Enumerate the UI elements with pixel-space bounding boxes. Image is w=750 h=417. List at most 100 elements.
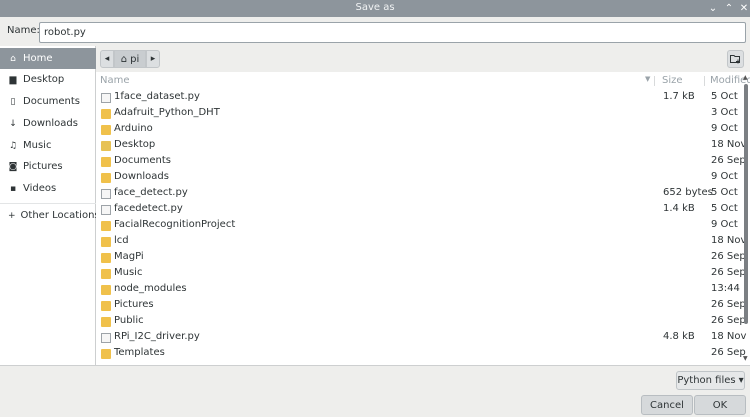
folder-icon: [101, 237, 111, 247]
file-row[interactable]: Downloads 9 Oct: [96, 170, 742, 186]
file-row[interactable]: FacialRecognitionProject 9 Oct: [96, 218, 742, 234]
file-modified: 26 Sep: [711, 251, 746, 262]
file-row[interactable]: Public 26 Sep: [96, 314, 746, 330]
file-row[interactable]: facedetect.py 1.4 kB 5 Oct: [96, 202, 742, 218]
sidebar-item-label: Downloads: [23, 118, 78, 129]
path-segment-pi[interactable]: ⌂ pi: [114, 50, 146, 68]
maximize-button[interactable]: ⌃: [721, 0, 737, 17]
file-row[interactable]: face_detect.py 652 bytes 5 Oct: [96, 186, 742, 202]
sidebar-separator: [0, 203, 96, 204]
file-row[interactable]: node_modules 13:44: [96, 282, 742, 298]
name-row: Name:: [0, 17, 750, 46]
file-name: facedetect.py: [114, 203, 183, 214]
file-modified: 3 Oct: [711, 107, 738, 118]
file-size: 1.4 kB: [663, 203, 695, 214]
documents-folder-icon: [101, 157, 111, 167]
path-segment-label: pi: [130, 53, 140, 65]
file-row[interactable]: Documents 26 Sep: [96, 154, 746, 170]
file-modified: 26 Sep: [711, 347, 746, 358]
python-file-icon: [101, 205, 111, 215]
music-folder-icon: [101, 269, 111, 279]
file-modified: 26 Sep: [711, 315, 746, 326]
sidebar-item-pictures[interactable]: ◙ Pictures: [0, 156, 96, 177]
plus-icon: +: [8, 210, 16, 221]
file-name: Downloads: [114, 171, 169, 182]
file-name: Desktop: [114, 139, 156, 150]
folder-icon: [101, 109, 111, 119]
sidebar-item-downloads[interactable]: ↓ Downloads: [0, 113, 96, 134]
path-back-button[interactable]: ◂: [100, 50, 114, 68]
file-row[interactable]: Desktop 18 Nov: [96, 138, 746, 154]
file-modified: 26 Sep: [711, 155, 746, 166]
file-modified: 5 Oct: [711, 91, 738, 102]
sidebar-item-videos[interactable]: ▪ Videos: [0, 178, 96, 199]
column-header-size[interactable]: Size: [662, 72, 683, 90]
file-name: Public: [114, 315, 144, 326]
file-type-filter-dropdown[interactable]: Python files ▾: [676, 371, 745, 390]
sidebar-item-label: Other Locations: [20, 210, 100, 221]
column-divider: [654, 76, 655, 86]
file-modified: 26 Sep: [711, 299, 746, 310]
python-file-icon: [101, 93, 111, 103]
sidebar-item-label: Home: [23, 53, 53, 64]
scrollbar-thumb[interactable]: [744, 84, 748, 324]
file-modified: 26 Sep: [711, 267, 746, 278]
minimize-button[interactable]: ⌄: [705, 0, 721, 17]
file-name: Pictures: [114, 299, 154, 310]
sidebar-item-label: Documents: [23, 96, 81, 107]
ok-button[interactable]: OK: [694, 395, 746, 415]
music-icon: ♫: [8, 140, 18, 151]
file-name: Music: [114, 267, 143, 278]
new-folder-icon: [730, 55, 740, 64]
file-modified: 9 Oct: [711, 123, 738, 134]
file-name: RPi_I2C_driver.py: [114, 331, 200, 342]
file-modified: 5 Oct: [711, 187, 738, 198]
file-row[interactable]: Arduino 9 Oct: [96, 122, 742, 138]
file-list-scrollbar[interactable]: ▲ ▼: [742, 72, 750, 365]
folder-icon: [101, 221, 111, 231]
filename-input[interactable]: [39, 22, 746, 43]
window-title: Save as: [355, 2, 395, 13]
path-forward-button[interactable]: ▸: [146, 50, 160, 68]
document-icon: ▯: [10, 96, 16, 107]
home-icon: ⌂: [10, 53, 16, 64]
sidebar-item-music[interactable]: ♫ Music: [0, 135, 96, 156]
scroll-up-icon[interactable]: ▲: [743, 74, 748, 81]
sidebar-item-label: Music: [23, 140, 52, 151]
sidebar-item-desktop[interactable]: ▆ Desktop: [0, 69, 96, 90]
sidebar-item-documents[interactable]: ▯ Documents: [0, 91, 96, 112]
templates-folder-icon: [101, 349, 111, 359]
sort-descending-icon: ▼: [645, 75, 651, 83]
file-row[interactable]: 1face_dataset.py 1.7 kB 5 Oct: [96, 90, 742, 106]
python-file-icon: [101, 333, 111, 343]
pictures-folder-icon: [101, 301, 111, 311]
sidebar-item-label: Videos: [23, 183, 57, 194]
column-divider: [704, 76, 705, 86]
cancel-button[interactable]: Cancel: [641, 395, 693, 415]
file-name: face_detect.py: [114, 187, 188, 198]
file-list[interactable]: Name ▼ Size Modified 1face_dataset.py 1.…: [96, 72, 750, 365]
file-row[interactable]: Music 26 Sep: [96, 266, 746, 282]
video-icon: ▪: [9, 183, 17, 194]
folder-icon: [101, 285, 111, 295]
file-size: 652 bytes: [663, 187, 713, 198]
file-row[interactable]: lcd 18 Nov: [96, 234, 746, 250]
sidebar-item-label: Pictures: [23, 161, 63, 172]
sidebar-item-label: Desktop: [23, 74, 65, 85]
file-modified: 9 Oct: [711, 219, 738, 230]
file-row[interactable]: Adafruit_Python_DHT 3 Oct: [96, 106, 742, 122]
file-row[interactable]: MagPi 26 Sep: [96, 250, 746, 266]
file-row[interactable]: RPi_I2C_driver.py 4.8 kB 18 Nov: [96, 330, 746, 346]
file-row[interactable]: Templates 26 Sep: [96, 346, 746, 362]
column-header-name[interactable]: Name: [100, 72, 130, 90]
close-button[interactable]: ✕: [736, 0, 750, 17]
folder-icon: [101, 253, 111, 263]
file-name: MagPi: [114, 251, 144, 262]
home-icon: ⌂: [120, 53, 128, 65]
file-modified: 5 Oct: [711, 203, 738, 214]
sidebar-item-home[interactable]: ⌂ Home: [0, 48, 96, 69]
scroll-down-icon[interactable]: ▼: [743, 355, 748, 362]
create-folder-button[interactable]: [727, 50, 744, 68]
file-row[interactable]: Pictures 26 Sep: [96, 298, 746, 314]
sidebar-item-other-locations[interactable]: + Other Locations: [0, 205, 100, 226]
